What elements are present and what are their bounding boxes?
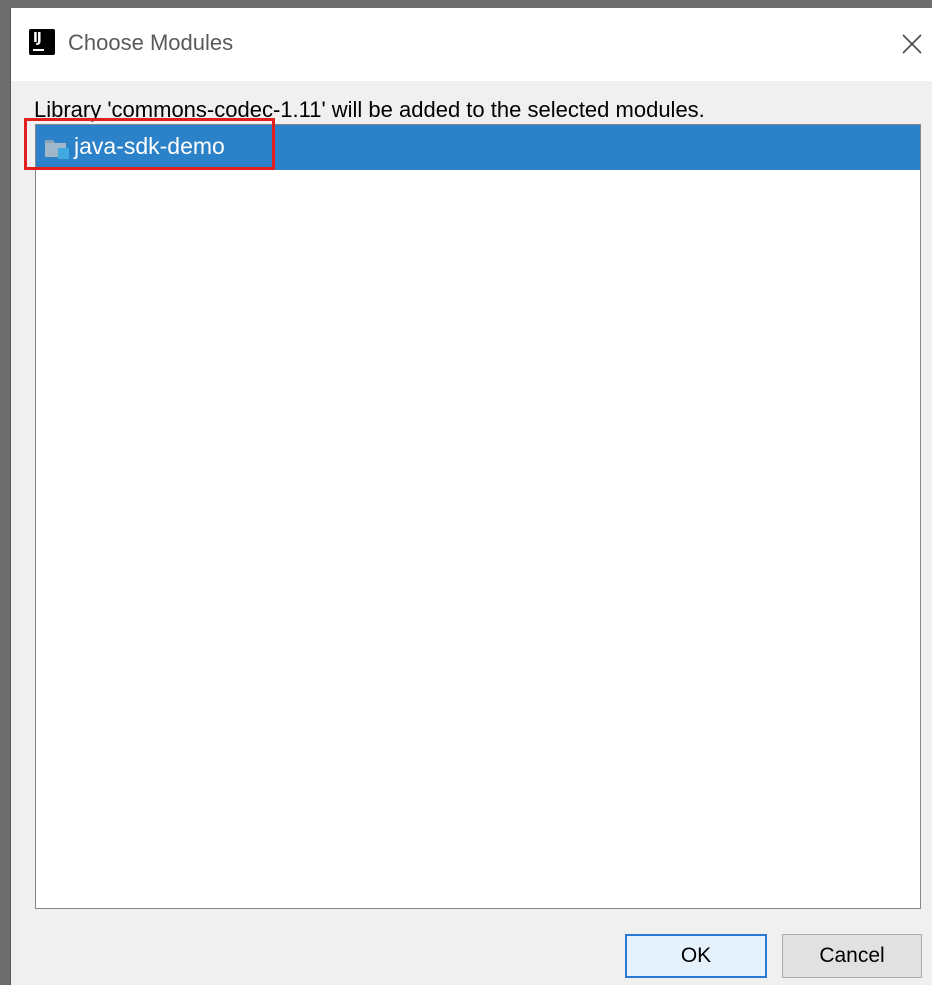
choose-modules-dialog: IJ Choose Modules Library 'commons-codec… [10,8,932,985]
module-folder-icon [45,140,69,159]
modules-list[interactable]: java-sdk-demo [35,124,921,909]
screenshot-frame: IJ Choose Modules Library 'commons-codec… [0,0,932,985]
app-icon-text: IJ [33,31,42,46]
dialog-title: Choose Modules [68,30,234,55]
list-item-java-sdk-demo[interactable]: java-sdk-demo [36,125,920,170]
app-icon-bar [33,49,44,51]
window-edge-left [0,0,10,985]
intellij-app-icon: IJ [29,29,55,55]
module-label: java-sdk-demo [74,133,225,159]
window-edge-top [0,0,932,8]
title-bar[interactable]: IJ Choose Modules [11,8,932,81]
dialog-content: Library 'commons-codec-1.11' will be add… [11,81,932,985]
cancel-button[interactable]: Cancel [782,934,922,978]
close-button[interactable] [898,30,926,58]
ok-button[interactable]: OK [625,934,767,978]
close-icon [902,34,922,54]
library-description: Library 'commons-codec-1.11' will be add… [34,97,705,122]
